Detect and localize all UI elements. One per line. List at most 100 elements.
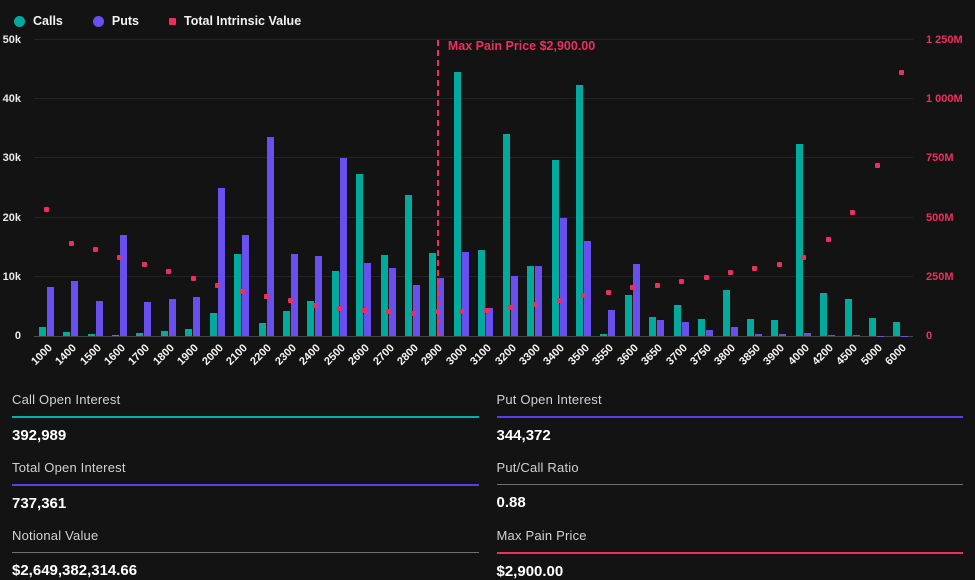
intrinsic-value-dot-2500 xyxy=(337,306,342,311)
stat-card-notional-value: Notional Value$2,649,382,314.66 xyxy=(12,526,479,580)
call-bar-3550 xyxy=(600,334,607,336)
put-bar-3900 xyxy=(779,334,786,336)
call-bar-2200 xyxy=(259,323,266,336)
stat-label: Max Pain Price xyxy=(497,526,964,552)
x-axis-label-4500: 4500 xyxy=(835,342,861,368)
call-bar-3500 xyxy=(576,85,583,336)
stat-card-put-call-ratio: Put/Call Ratio0.88 xyxy=(497,458,964,512)
stat-value: $2,649,382,314.66 xyxy=(12,553,479,579)
stat-card-max-pain-price: Max Pain Price$2,900.00 xyxy=(497,526,964,580)
intrinsic-value-dot-3300 xyxy=(533,302,538,307)
call-bar-3750 xyxy=(698,319,705,336)
call-bar-1500 xyxy=(88,334,95,336)
x-axis-label-2400: 2400 xyxy=(297,342,323,368)
put-bar-3400 xyxy=(560,218,567,336)
put-bar-3550 xyxy=(608,310,615,336)
stats-grid: Call Open Interest392,989 Put Open Intere… xyxy=(0,383,975,580)
strike-group-3550 xyxy=(596,40,620,336)
put-bar-3600 xyxy=(633,264,640,336)
x-axis-label-3900: 3900 xyxy=(761,342,787,368)
legend-item-puts[interactable]: Puts xyxy=(93,14,139,28)
strike-group-1600 xyxy=(107,40,131,336)
x-axis-label-2900: 2900 xyxy=(420,342,446,368)
x-axis-label-3600: 3600 xyxy=(615,342,641,368)
right-axis-tick: 750M xyxy=(926,152,954,164)
strike-group-1700 xyxy=(132,40,156,336)
x-axis-label-3200: 3200 xyxy=(493,342,519,368)
strike-group-5000 xyxy=(864,40,888,336)
x-axis-label-2700: 2700 xyxy=(371,342,397,368)
x-axis-label-1800: 1800 xyxy=(151,342,177,368)
x-axis-label-1400: 1400 xyxy=(53,342,79,368)
x-axis-label-3700: 3700 xyxy=(664,342,690,368)
put-bar-1600 xyxy=(120,235,127,336)
put-bar-3850 xyxy=(755,334,762,336)
strike-group-6000 xyxy=(889,40,913,336)
intrinsic-value-dot-3850 xyxy=(752,266,757,271)
call-bar-1600 xyxy=(112,335,119,336)
stat-value: 344,372 xyxy=(497,418,964,444)
call-bar-3300 xyxy=(527,266,534,336)
x-axis-labels: 1000140015001600170018001900200021002200… xyxy=(34,337,913,383)
intrinsic-value-dot-3800 xyxy=(728,270,733,275)
intrinsic-value-dot-2100 xyxy=(240,289,245,294)
left-axis-tick: 40k xyxy=(3,93,21,105)
x-axis-label-3500: 3500 xyxy=(566,342,592,368)
right-axis-tick: 1 000M xyxy=(926,93,963,105)
max-pain-label: Max Pain Price $2,900.00 xyxy=(439,39,595,53)
call-bar-5000 xyxy=(869,318,876,336)
stat-value: 392,989 xyxy=(12,418,479,444)
strike-group-2200 xyxy=(254,40,278,336)
call-bar-1900 xyxy=(185,329,192,336)
strike-group-2000 xyxy=(205,40,229,336)
call-bar-2700 xyxy=(381,255,388,336)
strike-group-2400 xyxy=(303,40,327,336)
legend-item-total-intrinsic-value[interactable]: Total Intrinsic Value xyxy=(169,14,301,28)
put-bar-2400 xyxy=(315,256,322,337)
x-axis-label-3850: 3850 xyxy=(737,342,763,368)
call-bar-4000 xyxy=(796,144,803,336)
x-axis-label-3000: 3000 xyxy=(444,342,470,368)
x-axis-label-3650: 3650 xyxy=(639,342,665,368)
strike-group-3750 xyxy=(693,40,717,336)
intrinsic-value-dot-1600 xyxy=(117,255,122,260)
stat-label: Call Open Interest xyxy=(12,390,479,416)
x-axis-label-2200: 2200 xyxy=(249,342,275,368)
x-axis-label-2100: 2100 xyxy=(224,342,250,368)
bar-groups xyxy=(34,40,913,336)
stat-card-total-open-interest: Total Open Interest737,361 xyxy=(12,458,479,512)
call-bar-4200 xyxy=(820,293,827,336)
stat-value: $2,900.00 xyxy=(497,554,964,580)
intrinsic-value-dot-3400 xyxy=(557,298,562,303)
strike-group-2100 xyxy=(229,40,253,336)
stat-value: 0.88 xyxy=(497,485,964,511)
call-bar-3000 xyxy=(454,72,461,336)
strike-group-3600 xyxy=(620,40,644,336)
intrinsic-value-dot-4500 xyxy=(850,210,855,215)
call-bar-1700 xyxy=(136,333,143,336)
put-bar-1800 xyxy=(169,299,176,336)
strike-group-3300 xyxy=(522,40,546,336)
strike-group-1400 xyxy=(58,40,82,336)
chart: 010k20k30k40k50k 0250M500M750M1 000M1 25… xyxy=(34,40,913,337)
call-bar-2100 xyxy=(234,254,241,336)
intrinsic-value-dot-3000 xyxy=(459,309,464,314)
intrinsic-value-dot-2200 xyxy=(264,294,269,299)
legend: Calls Puts Total Intrinsic Value xyxy=(0,0,975,34)
strike-group-4200 xyxy=(816,40,840,336)
call-bar-3700 xyxy=(674,305,681,336)
stat-label: Put Open Interest xyxy=(497,390,964,416)
legend-item-calls[interactable]: Calls xyxy=(14,14,63,28)
strike-group-3850 xyxy=(742,40,766,336)
intrinsic-value-dot-4200 xyxy=(826,237,831,242)
put-bar-3300 xyxy=(535,266,542,336)
left-axis-tick: 10k xyxy=(3,271,21,283)
put-bar-2700 xyxy=(389,268,396,336)
x-axis-label-2000: 2000 xyxy=(200,342,226,368)
put-bar-2300 xyxy=(291,254,298,336)
x-axis-label-3400: 3400 xyxy=(542,342,568,368)
strike-group-2500 xyxy=(327,40,351,336)
left-axis: 010k20k30k40k50k xyxy=(0,40,30,336)
intrinsic-value-dot-3700 xyxy=(679,279,684,284)
x-axis-label-5000: 5000 xyxy=(859,342,885,368)
